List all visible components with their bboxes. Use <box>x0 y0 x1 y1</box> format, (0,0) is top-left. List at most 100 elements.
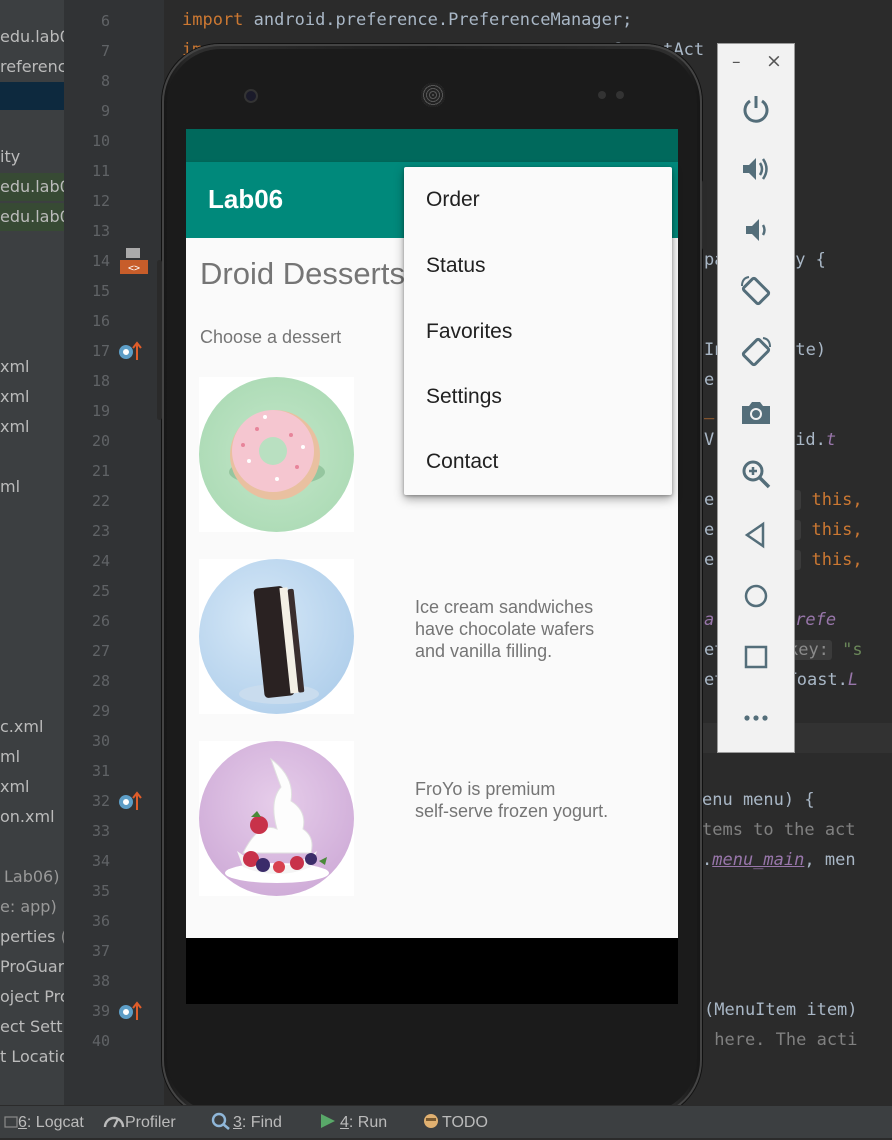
line-number: 18 <box>91 372 110 390</box>
line-number: 36 <box>91 912 110 930</box>
menu-item-favorites[interactable]: Favorites <box>404 299 672 365</box>
project-tree-item[interactable]: xml <box>0 383 30 411</box>
sensor <box>616 91 624 99</box>
code-text: Toast. <box>786 670 848 690</box>
project-tree-item[interactable]: c.xml <box>0 713 43 741</box>
line-number: 8 <box>100 72 110 90</box>
line-number: 9 <box>100 102 110 120</box>
run-shortcut: 4 <box>340 1114 349 1131</box>
layout-file-icon[interactable]: <> <box>120 248 148 274</box>
code-text: L <box>847 670 859 690</box>
volume-up-icon[interactable] <box>738 151 774 187</box>
line-number: 27 <box>91 642 110 660</box>
tool-window-bar: 6: Logcat Profiler 3: Find 4: Run TODO <box>0 1105 892 1138</box>
project-tree-item[interactable]: edu.lab0 <box>0 173 64 201</box>
line-number: 22 <box>91 492 110 510</box>
ice-cream-sandwich-image[interactable] <box>199 559 354 714</box>
line-number: 15 <box>91 282 110 300</box>
line-number: 23 <box>91 522 110 540</box>
override-icon[interactable] <box>118 340 142 362</box>
line-number: 16 <box>91 312 110 330</box>
android-status-bar <box>186 129 678 162</box>
froyo-icon <box>225 757 329 883</box>
more-icon[interactable] <box>738 700 774 736</box>
project-tree-item[interactable]: xml <box>0 413 30 441</box>
run-icon <box>321 1114 335 1128</box>
code-keyword: this, <box>811 520 863 540</box>
froyo-image[interactable] <box>199 741 354 896</box>
zoom-icon[interactable] <box>738 456 774 492</box>
profiler-tab[interactable]: Profiler <box>103 1106 176 1138</box>
android-nav-bar <box>186 938 678 1004</box>
code-text: . <box>702 850 713 870</box>
line-number: 30 <box>91 732 110 750</box>
rotate-left-icon[interactable] <box>738 273 774 309</box>
code-line-34: .menu_main, men <box>702 850 856 870</box>
project-tree-item[interactable]: e: app) <box>0 893 57 921</box>
home-icon[interactable] <box>738 578 774 614</box>
menu-item-settings[interactable]: Settings <box>404 364 672 430</box>
override-icon[interactable] <box>118 790 142 812</box>
run-tab[interactable]: 4: Run <box>318 1106 387 1138</box>
line-number: 28 <box>91 672 110 690</box>
override-icon[interactable] <box>118 1000 142 1022</box>
project-tree-item[interactable]: oject Pro <box>0 983 64 1011</box>
back-icon[interactable] <box>738 517 774 553</box>
project-tree-item[interactable]: on.xml <box>0 803 55 831</box>
project-tree-item[interactable]: edu.lab0 <box>0 23 64 51</box>
project-tree-item[interactable]: xml <box>0 353 30 381</box>
project-tree-item[interactable]: Lab06) <box>4 863 59 891</box>
todo-tab[interactable]: TODO <box>420 1106 488 1138</box>
project-tree-item[interactable]: t Locatio <box>0 1043 64 1071</box>
code-text: android.preference.PreferenceManager; <box>243 10 633 30</box>
overflow-menu: Order Status Favorites Settings Contact <box>404 167 672 495</box>
project-tree-item[interactable]: xml <box>0 773 30 801</box>
project-tree-item[interactable]: ProGuar <box>0 953 64 981</box>
find-icon <box>211 1112 230 1130</box>
profiler-label: Profiler <box>125 1114 176 1131</box>
project-tree-item[interactable]: perties (G <box>0 923 64 951</box>
dessert-description: FroYo is premium self-serve frozen yogur… <box>415 779 609 821</box>
find-tab[interactable]: 3: Find <box>211 1106 282 1138</box>
project-tree-item[interactable]: ml <box>0 743 20 771</box>
find-shortcut: 3 <box>233 1114 242 1131</box>
volume-down-icon[interactable] <box>738 212 774 248</box>
overview-icon[interactable] <box>738 639 774 675</box>
line-number: 20 <box>91 432 110 450</box>
project-tree-item[interactable]: referenc <box>0 53 64 81</box>
line-number: 26 <box>91 612 110 630</box>
menu-item-contact[interactable]: Contact <box>404 429 672 495</box>
donut-image[interactable] <box>199 377 354 532</box>
line-number: 37 <box>91 942 110 960</box>
project-tree-item[interactable]: ity <box>0 143 20 171</box>
line-number: 12 <box>91 192 110 210</box>
profiler-icon <box>103 1116 125 1128</box>
project-tree-item-selected[interactable] <box>0 82 64 110</box>
line-number: 14 <box>91 252 110 270</box>
logcat-tab[interactable]: 6: Logcat <box>4 1106 84 1138</box>
line-number: 11 <box>91 162 110 180</box>
menu-item-order[interactable]: Order <box>404 167 672 233</box>
code-keyword: this, <box>811 550 863 570</box>
code-text: V <box>704 430 715 450</box>
code-line-33: tems to the act <box>702 820 856 840</box>
close-button[interactable]: × <box>766 50 782 72</box>
power-icon[interactable] <box>738 91 774 127</box>
minimize-button[interactable]: – <box>732 52 741 72</box>
speaker-grille <box>421 83 445 107</box>
project-tree-item[interactable]: edu.lab0 <box>0 203 64 231</box>
rotate-right-icon[interactable] <box>738 334 774 370</box>
camera-icon[interactable] <box>738 395 774 431</box>
code-line-40: here. The acti <box>704 1030 858 1050</box>
svg-text:<>: <> <box>128 263 140 274</box>
find-label: : Find <box>241 1114 282 1131</box>
line-number: 40 <box>91 1032 110 1050</box>
code-keyword: this, <box>811 490 863 510</box>
project-tree-label: perties <box>0 927 56 946</box>
project-tree-item[interactable]: ml <box>0 473 20 501</box>
line-number: 10 <box>91 132 110 150</box>
line-number: 25 <box>91 582 110 600</box>
logcat-label: : Logcat <box>26 1114 84 1131</box>
project-tree-item[interactable]: ect Settir <box>0 1013 64 1041</box>
menu-item-status[interactable]: Status <box>404 233 672 299</box>
